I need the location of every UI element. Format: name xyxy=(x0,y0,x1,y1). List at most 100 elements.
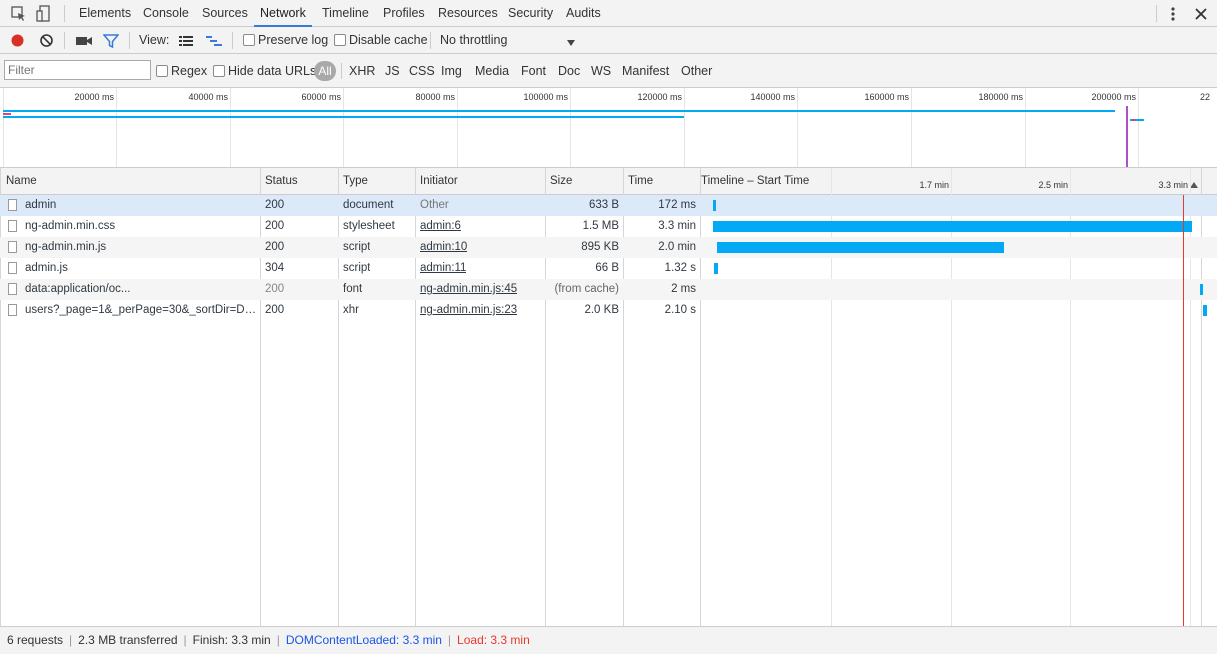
request-initiator[interactable]: ng-admin.min.js:23 xyxy=(420,300,517,321)
type-filter-manifest[interactable]: Manifest xyxy=(622,54,669,88)
table-row[interactable]: ng-admin.min.js 200 script admin:10 895 … xyxy=(0,237,1217,258)
tab-console[interactable]: Console xyxy=(143,0,189,27)
request-name[interactable]: data:application/oc... xyxy=(25,279,257,300)
waterfall-bar[interactable] xyxy=(716,242,1005,253)
type-filter-css[interactable]: CSS xyxy=(409,54,435,88)
table-row[interactable]: admin.js 304 script admin:11 66 B 1.32 s xyxy=(0,258,1217,279)
request-initiator[interactable]: ng-admin.min.js:45 xyxy=(420,279,517,300)
column-header-name[interactable]: Name xyxy=(6,168,37,194)
overview-tick-label: 160000 ms xyxy=(864,92,909,102)
device-toolbar-icon[interactable] xyxy=(35,5,53,23)
throttling-select[interactable]: No throttling xyxy=(440,27,507,54)
request-size: 895 KB xyxy=(581,241,619,253)
request-name[interactable]: ng-admin.min.js xyxy=(25,237,257,258)
request-size: 66 B xyxy=(595,262,619,274)
request-initiator[interactable]: admin:11 xyxy=(420,258,466,279)
overview-gridline xyxy=(343,88,344,167)
dom-content-loaded-time: DOMContentLoaded: 3.3 min xyxy=(285,633,442,647)
type-filter-js[interactable]: JS xyxy=(385,54,400,88)
filter-input[interactable] xyxy=(4,60,151,80)
network-toolbar: View: Preserve log Disable cache No thro… xyxy=(0,27,1217,54)
column-header-size[interactable]: Size xyxy=(550,168,572,194)
table-row[interactable]: ng-admin.min.css 200 stylesheet admin:6 … xyxy=(0,216,1217,237)
request-name[interactable]: users?_page=1&_perPage=30&_sortDir=DESC.… xyxy=(25,300,257,321)
column-header-timeline[interactable]: Timeline – Start Time xyxy=(701,168,809,194)
large-rows-icon[interactable] xyxy=(178,34,194,48)
table-row[interactable]: admin 200 document Other 633 B 172 ms xyxy=(0,195,1217,216)
type-filter-img[interactable]: Img xyxy=(441,54,462,88)
tab-profiles[interactable]: Profiles xyxy=(383,0,425,27)
record-icon[interactable] xyxy=(10,33,25,48)
request-size: 1.5 MB xyxy=(582,220,619,232)
close-icon[interactable] xyxy=(1193,6,1209,22)
document-icon xyxy=(8,304,17,316)
tab-security[interactable]: Security xyxy=(508,0,553,27)
request-name[interactable]: admin.js xyxy=(25,258,257,279)
request-status: 200 xyxy=(265,241,285,253)
more-options-icon[interactable] xyxy=(1166,5,1180,23)
type-filter-ws[interactable]: WS xyxy=(591,54,611,88)
divider xyxy=(1156,5,1157,22)
column-header-status[interactable]: Status xyxy=(265,168,298,194)
waterfall-bar[interactable] xyxy=(713,200,716,211)
type-filter-other[interactable]: Other xyxy=(681,54,712,88)
tab-sources[interactable]: Sources xyxy=(202,0,248,27)
overview-tick-label: 20000 ms xyxy=(74,92,114,102)
preserve-log-checkbox[interactable] xyxy=(243,34,255,46)
overview-waterfall-icon[interactable] xyxy=(205,34,223,48)
request-initiator[interactable]: admin:10 xyxy=(420,237,467,258)
type-filter-doc[interactable]: Doc xyxy=(558,54,580,88)
request-size: (from cache) xyxy=(554,283,619,295)
type-filter-font[interactable]: Font xyxy=(521,54,546,88)
hide-data-urls-checkbox[interactable] xyxy=(213,65,225,77)
filter-icon[interactable] xyxy=(102,33,120,49)
screenshot-capture-icon[interactable] xyxy=(75,34,93,48)
request-type: font xyxy=(343,283,363,295)
request-name[interactable]: ng-admin.min.css xyxy=(25,216,257,237)
chevron-down-icon[interactable] xyxy=(566,36,576,46)
network-overview[interactable]: 20000 ms 40000 ms 60000 ms 80000 ms 1000… xyxy=(0,88,1217,168)
tab-audits[interactable]: Audits xyxy=(566,0,601,27)
type-filter-all[interactable]: All xyxy=(314,61,336,81)
request-status: 200 xyxy=(265,283,285,295)
overview-gridline xyxy=(911,88,912,167)
divider xyxy=(64,5,65,22)
regex-checkbox[interactable] xyxy=(156,65,168,77)
type-filter-media[interactable]: Media xyxy=(475,54,509,88)
clear-icon[interactable] xyxy=(39,33,54,48)
tab-timeline[interactable]: Timeline xyxy=(322,0,369,27)
type-filter-xhr[interactable]: XHR xyxy=(349,54,375,88)
tab-network[interactable]: Network xyxy=(254,0,312,27)
waterfall-bar[interactable] xyxy=(713,221,1192,232)
table-row[interactable]: data:application/oc... 200 font ng-admin… xyxy=(0,279,1217,300)
waterfall-bar[interactable] xyxy=(1200,284,1204,295)
overview-gridline xyxy=(570,88,571,167)
preserve-log-label: Preserve log xyxy=(258,33,329,47)
overview-tick-label: 100000 ms xyxy=(523,92,568,102)
request-name[interactable]: admin xyxy=(25,195,257,216)
column-header-type[interactable]: Type xyxy=(343,168,368,194)
tab-resources[interactable]: Resources xyxy=(438,0,498,27)
disable-cache-checkbox[interactable] xyxy=(334,34,346,46)
overview-gridline xyxy=(3,88,4,167)
overview-request-bar xyxy=(3,113,11,115)
request-type: xhr xyxy=(343,304,359,316)
document-icon xyxy=(8,220,17,232)
waterfall-bar[interactable] xyxy=(713,263,718,274)
request-size: 633 B xyxy=(588,199,619,211)
overview-gridline xyxy=(797,88,798,167)
tab-elements[interactable]: Elements xyxy=(79,0,131,27)
inspect-element-icon[interactable] xyxy=(10,5,28,23)
overview-tick-label: 200000 ms xyxy=(1091,92,1136,102)
table-row[interactable]: users?_page=1&_perPage=30&_sortDir=DESC.… xyxy=(0,300,1217,321)
divider xyxy=(232,32,233,49)
waterfall-bar[interactable] xyxy=(1203,305,1207,316)
document-icon xyxy=(8,241,17,253)
request-status: 200 xyxy=(265,199,285,211)
overview-gridline xyxy=(1138,88,1139,167)
overview-tick-label: 120000 ms xyxy=(637,92,682,102)
request-initiator[interactable]: admin:6 xyxy=(420,216,461,237)
column-header-initiator[interactable]: Initiator xyxy=(420,168,458,194)
column-header-time[interactable]: Time xyxy=(628,168,653,194)
request-time: 2.0 min xyxy=(658,241,696,253)
